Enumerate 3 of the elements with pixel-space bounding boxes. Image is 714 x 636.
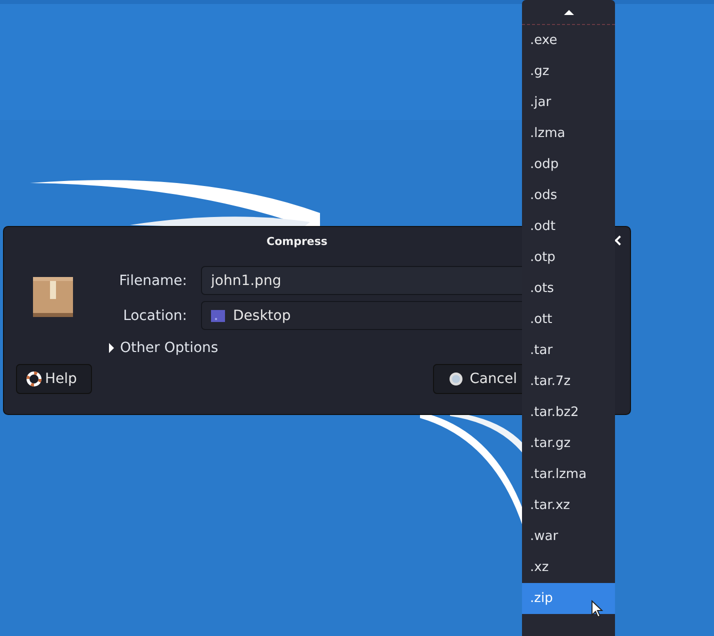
filename-label: Filename: (118, 272, 187, 288)
location-label: Location: (122, 308, 187, 324)
window-title: Compress (266, 235, 328, 250)
